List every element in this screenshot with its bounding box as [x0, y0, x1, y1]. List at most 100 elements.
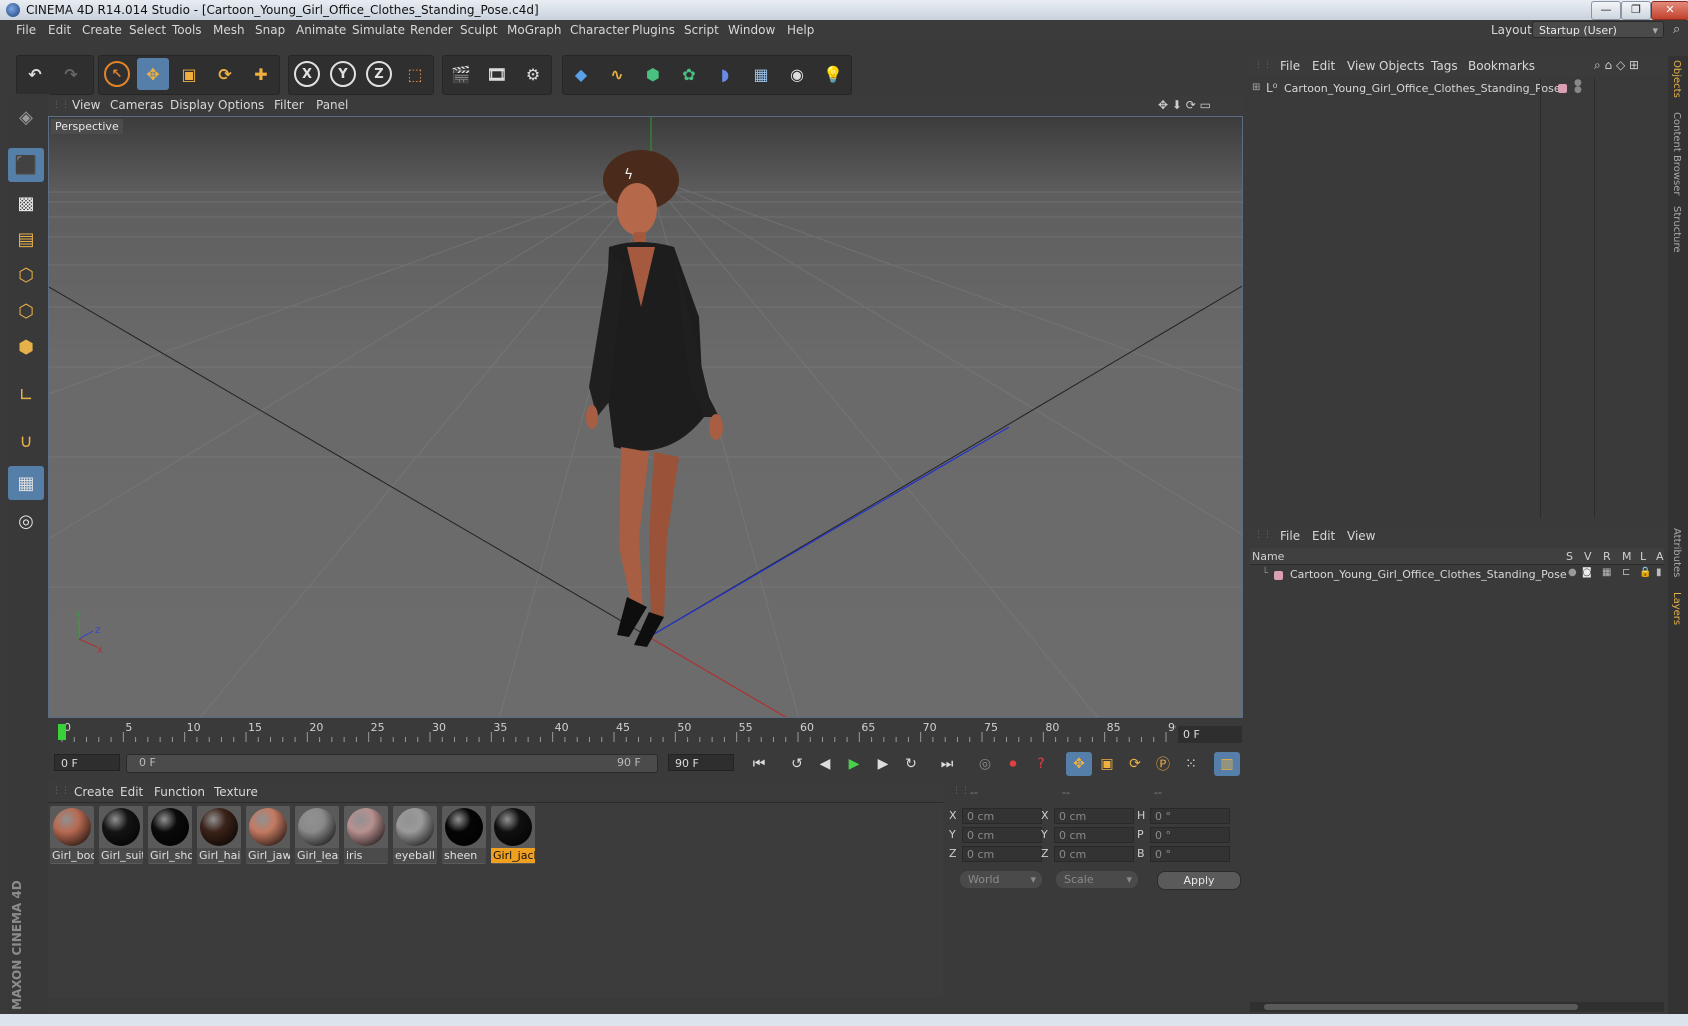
workplane-icon[interactable]: ▤: [8, 222, 44, 256]
tab-attributes[interactable]: Attributes: [1671, 528, 1682, 577]
previous-key-icon[interactable]: ↺: [784, 752, 810, 776]
go-to-start-icon[interactable]: ⏮: [746, 752, 772, 776]
material-menu-edit[interactable]: Edit: [120, 785, 143, 799]
viewport-menu-filter[interactable]: Filter: [274, 98, 304, 112]
object-name[interactable]: Cartoon_Young_Girl_Office_Clothes_Standi…: [1284, 82, 1561, 95]
minimize-button[interactable]: —: [1591, 1, 1621, 20]
move-icon[interactable]: ✥: [137, 58, 169, 90]
points-mode-icon[interactable]: ⬡: [8, 258, 44, 292]
panel-grip-icon[interactable]: ⋮⋮: [52, 100, 70, 110]
edges-mode-icon[interactable]: ⬡: [8, 294, 44, 328]
live-selection-icon[interactable]: ↖: [101, 58, 133, 90]
current-frame-field[interactable]: 0 F: [1178, 726, 1242, 743]
render-settings-icon[interactable]: ⚙: [517, 58, 549, 90]
viewport-menu-cameras[interactable]: Cameras: [110, 98, 163, 112]
expand-icon[interactable]: ⊞: [1252, 82, 1260, 93]
column-animation[interactable]: A: [1656, 550, 1664, 563]
coord-value-field[interactable]: 0 cm: [1054, 846, 1134, 862]
material-swatch[interactable]: Girl_jaw: [246, 806, 290, 864]
layers-menu-view[interactable]: View: [1347, 529, 1375, 543]
menu-mesh[interactable]: Mesh: [213, 23, 245, 37]
layout-dropdown[interactable]: Startup (User) ▾: [1532, 21, 1664, 38]
key-position-icon[interactable]: ✥: [1066, 752, 1092, 776]
layers-menu-file[interactable]: File: [1280, 529, 1300, 543]
frame-range-slider[interactable]: 0 F 90 F: [126, 754, 658, 773]
material-swatch[interactable]: Girl_sho: [148, 806, 192, 864]
menu-plugins[interactable]: Plugins: [632, 23, 675, 37]
magnet-icon[interactable]: ∪: [8, 424, 44, 458]
menu-file[interactable]: File: [16, 23, 36, 37]
render-view-icon[interactable]: 🎬: [445, 58, 477, 90]
panel-grip-icon[interactable]: ⋮⋮: [952, 786, 970, 796]
render-picture-viewer-icon[interactable]: 🎞: [481, 58, 513, 90]
tab-content-browser[interactable]: Content Browser: [1671, 112, 1682, 195]
perspective-viewport[interactable]: ϟ Y X Z Perspective: [48, 116, 1243, 718]
cube-icon[interactable]: ◆: [565, 58, 597, 90]
x-axis-icon[interactable]: X: [291, 58, 323, 90]
character-model[interactable]: ϟ: [586, 150, 723, 647]
key-point-level-icon[interactable]: ⁙: [1178, 752, 1204, 776]
make-editable-icon[interactable]: ◈: [8, 100, 44, 134]
menu-select[interactable]: Select: [129, 23, 166, 37]
record-keys-icon[interactable]: ◎: [972, 752, 998, 776]
objects-menu-file[interactable]: File: [1280, 59, 1300, 73]
coordinate-space-dropdown[interactable]: World ▾: [960, 871, 1042, 888]
material-swatch[interactable]: Girl_jack: [491, 806, 535, 864]
close-button[interactable]: ✕: [1651, 1, 1688, 20]
panel-grip-icon[interactable]: ⋮⋮: [1254, 60, 1272, 70]
solo-toggle-icon[interactable]: ●: [1568, 567, 1577, 578]
keyframe-selection-icon[interactable]: ?: [1028, 752, 1054, 776]
visible-toggle-icon[interactable]: ◙: [1582, 567, 1592, 578]
rotate-icon[interactable]: ⟳: [209, 58, 241, 90]
objects-menu-objects[interactable]: Objects: [1379, 59, 1424, 73]
menu-character[interactable]: Character: [570, 23, 629, 37]
render-toggle-icon[interactable]: ▦: [1602, 567, 1611, 578]
texture-mode-icon[interactable]: ▩: [8, 186, 44, 220]
scrollbar-thumb[interactable]: [1264, 1004, 1578, 1010]
locked-workplane-icon[interactable]: ▦: [8, 466, 44, 500]
material-menu-function[interactable]: Function: [154, 785, 205, 799]
menu-help[interactable]: Help: [787, 23, 814, 37]
menu-create[interactable]: Create: [82, 23, 122, 37]
floor-icon[interactable]: ▦: [745, 58, 777, 90]
objects-toolbar-icons[interactable]: ⌕ ⌂ ◇ ⊞: [1594, 58, 1639, 73]
end-frame-field[interactable]: 90 F: [668, 754, 734, 771]
material-swatch[interactable]: sheen: [442, 806, 486, 864]
material-menu-create[interactable]: Create: [74, 785, 114, 799]
menu-snap[interactable]: Snap: [255, 23, 285, 37]
material-swatch[interactable]: iris: [344, 806, 388, 864]
layers-horizontal-scrollbar[interactable]: [1250, 1002, 1664, 1012]
timeline-ruler[interactable]: 051015202530354045505560657075808590: [48, 720, 1243, 746]
coord-value-field[interactable]: 0 °: [1150, 827, 1230, 843]
timeline-playhead[interactable]: [58, 724, 66, 740]
autokeying-icon[interactable]: ⏺: [1000, 752, 1026, 776]
tab-structure[interactable]: Structure: [1671, 206, 1682, 253]
material-menu-texture[interactable]: Texture: [214, 785, 258, 799]
tab-objects[interactable]: Objects: [1671, 60, 1682, 98]
objects-menu-edit[interactable]: Edit: [1312, 59, 1335, 73]
viewport-menu-view[interactable]: View: [72, 98, 100, 112]
objects-menu-tags[interactable]: Tags: [1431, 59, 1458, 73]
transform-mode-dropdown[interactable]: Scale ▾: [1056, 871, 1138, 888]
coord-value-field[interactable]: 0 cm: [962, 846, 1042, 862]
restore-button[interactable]: ❐: [1621, 1, 1651, 20]
panel-grip-icon[interactable]: ⋮⋮: [52, 786, 70, 796]
material-swatch[interactable]: eyeball: [393, 806, 437, 864]
key-parameter-icon[interactable]: Ⓟ: [1150, 752, 1176, 776]
panel-grip-icon[interactable]: ⋮⋮: [1254, 530, 1272, 540]
menu-render[interactable]: Render: [410, 23, 453, 37]
timeline-window-icon[interactable]: ▥: [1214, 752, 1240, 776]
coord-value-field[interactable]: 0 °: [1150, 846, 1230, 862]
camera-icon[interactable]: ◉: [781, 58, 813, 90]
menu-script[interactable]: Script: [684, 23, 719, 37]
column-manager[interactable]: M: [1622, 550, 1632, 563]
coordinate-system-icon[interactable]: ⬚: [399, 58, 431, 90]
axis-mode-icon[interactable]: ∟: [8, 378, 44, 412]
next-key-icon[interactable]: ↻: [898, 752, 924, 776]
animation-toggle-icon[interactable]: ▮: [1656, 567, 1662, 578]
objects-menu-view[interactable]: View: [1347, 59, 1375, 73]
go-to-end-icon[interactable]: ⏭: [934, 752, 960, 776]
material-swatch[interactable]: Girl_hai: [197, 806, 241, 864]
material-swatch[interactable]: Girl_leas: [295, 806, 339, 864]
column-render[interactable]: R: [1603, 550, 1611, 563]
